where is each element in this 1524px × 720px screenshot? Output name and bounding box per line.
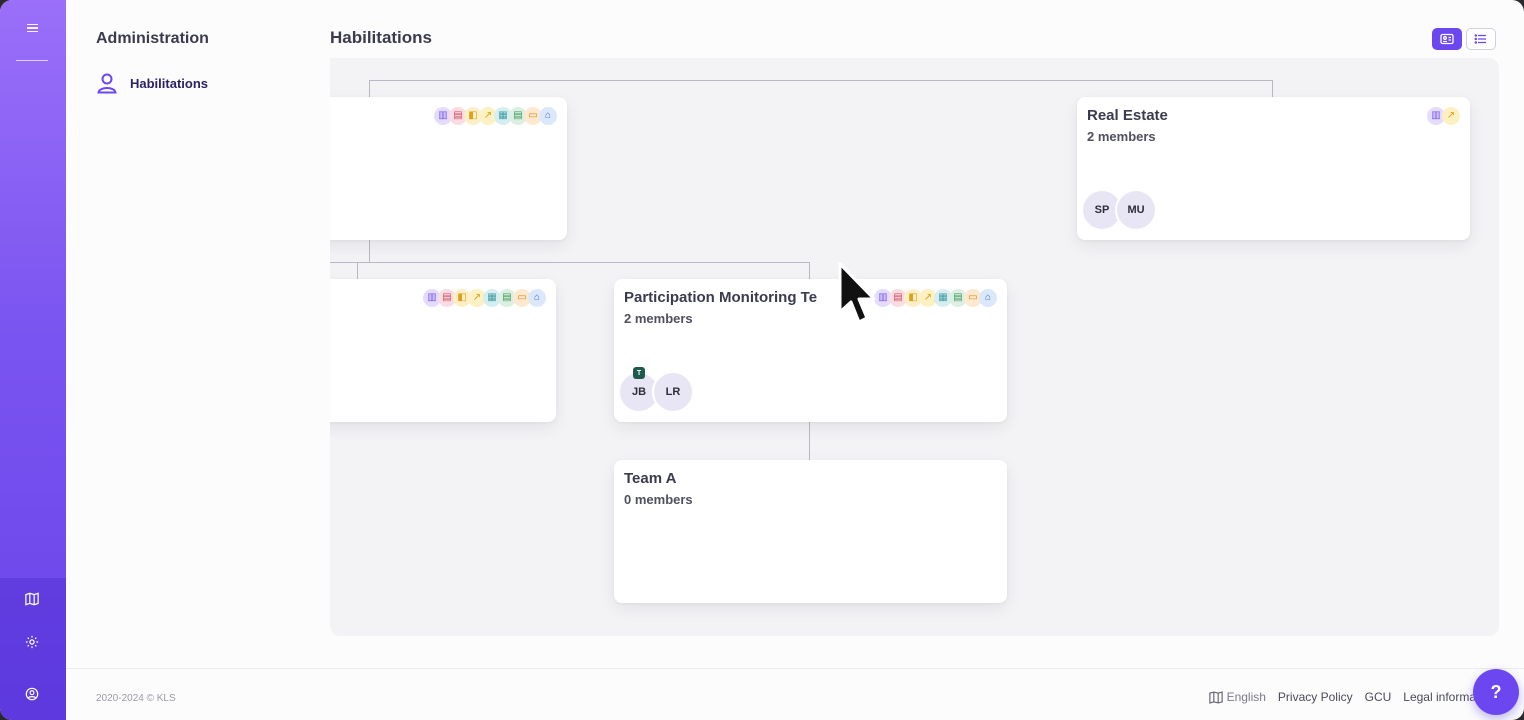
- language-label: English: [1226, 690, 1266, 704]
- connector-line: [809, 422, 810, 460]
- bank-icon: ⌂: [979, 289, 997, 307]
- connector-line: [369, 240, 370, 262]
- mouse-cursor-icon: [838, 262, 876, 324]
- team-card[interactable]: ▥ ▤ ◧ ↗ ▦ ▤ ▭ ⌂: [330, 97, 567, 240]
- map-icon[interactable]: [22, 589, 42, 609]
- connector-line: [809, 262, 810, 279]
- list-view-button[interactable]: [1466, 28, 1496, 50]
- help-button[interactable]: ?: [1473, 669, 1519, 715]
- connector-line: [330, 262, 810, 263]
- bank-icon: ⌂: [539, 107, 557, 125]
- team-title: Participation Monitoring Te: [624, 289, 818, 306]
- admin-subnav: Administration Habilitations: [66, 0, 330, 668]
- language-selector[interactable]: English: [1208, 690, 1266, 704]
- team-card-team-a[interactable]: Team A 0 members: [614, 460, 1007, 603]
- org-chart-canvas[interactable]: ▥ ▤ ◧ ↗ ▦ ▤ ▭ ⌂ Real Estate 2 members ▥ …: [330, 58, 1499, 636]
- team-card[interactable]: ▥ ▤ ◧ ↗ ▦ ▤ ▭ ⌂: [330, 279, 556, 422]
- permission-icons: ▥ ▤ ◧ ↗ ▦ ▤ ▭ ⌂: [434, 107, 557, 125]
- team-member-count: 2 members: [624, 311, 693, 326]
- permission-icons: ▥ ↗: [1427, 107, 1460, 125]
- permission-icons: ▥ ▤ ◧ ↗ ▦ ▤ ▭ ⌂: [874, 289, 997, 307]
- left-rail: [0, 0, 66, 720]
- footer-links: English Privacy Policy GCU Legal informa: [1208, 690, 1476, 704]
- subnav-item-habilitations[interactable]: Habilitations: [96, 72, 208, 94]
- permission-icons: ▥ ▤ ◧ ↗ ▦ ▤ ▭ ⌂: [423, 289, 546, 307]
- card-view-button[interactable]: [1432, 28, 1462, 50]
- bank-icon: ⌂: [528, 289, 546, 307]
- member-avatars: T JB LR: [618, 367, 694, 413]
- user-circle-icon[interactable]: [22, 684, 42, 704]
- team-card-real-estate[interactable]: Real Estate 2 members ▥ ↗ SP MU: [1077, 97, 1470, 240]
- avatar-initials: JB: [631, 386, 647, 398]
- team-title: Team A: [624, 470, 677, 487]
- hamburger-icon[interactable]: [21, 19, 43, 37]
- app-window: Administration Habilitations Habilitatio…: [0, 0, 1524, 720]
- card-view-icon: [1440, 33, 1454, 45]
- team-lead-badge: T: [633, 367, 645, 379]
- team-member-count: 2 members: [1087, 129, 1156, 144]
- connector-line: [369, 80, 1273, 81]
- avatar[interactable]: MU: [1115, 189, 1157, 231]
- list-view-icon: [1474, 34, 1486, 44]
- member-avatars: SP MU: [1081, 189, 1157, 231]
- connector-line: [369, 80, 370, 97]
- chart-icon: ↗: [1442, 107, 1460, 125]
- legal-information-link[interactable]: Legal informa: [1403, 690, 1476, 704]
- avatar[interactable]: LR: [652, 371, 694, 413]
- gcu-link[interactable]: GCU: [1365, 690, 1392, 704]
- team-title: Real Estate: [1087, 107, 1168, 124]
- team-member-count: 0 members: [624, 492, 693, 507]
- privacy-policy-link[interactable]: Privacy Policy: [1278, 690, 1353, 704]
- rail-divider: [16, 60, 48, 61]
- subnav-item-label: Habilitations: [130, 75, 209, 91]
- connector-line: [1272, 80, 1273, 97]
- gear-icon[interactable]: [22, 632, 42, 652]
- subnav-title: Administration: [96, 30, 209, 47]
- footer: 2020-2024 © KLS English Privacy Policy G…: [66, 668, 1524, 720]
- user-icon: [97, 73, 117, 94]
- connector-line: [357, 262, 358, 279]
- copyright-text: 2020-2024 © KLS: [96, 693, 176, 704]
- page-title: Habilitations: [330, 28, 433, 47]
- map-icon: [1208, 690, 1223, 704]
- team-card-participation-monitoring[interactable]: Participation Monitoring Te 2 members ▥ …: [614, 279, 1007, 422]
- view-toggle: [1432, 28, 1496, 50]
